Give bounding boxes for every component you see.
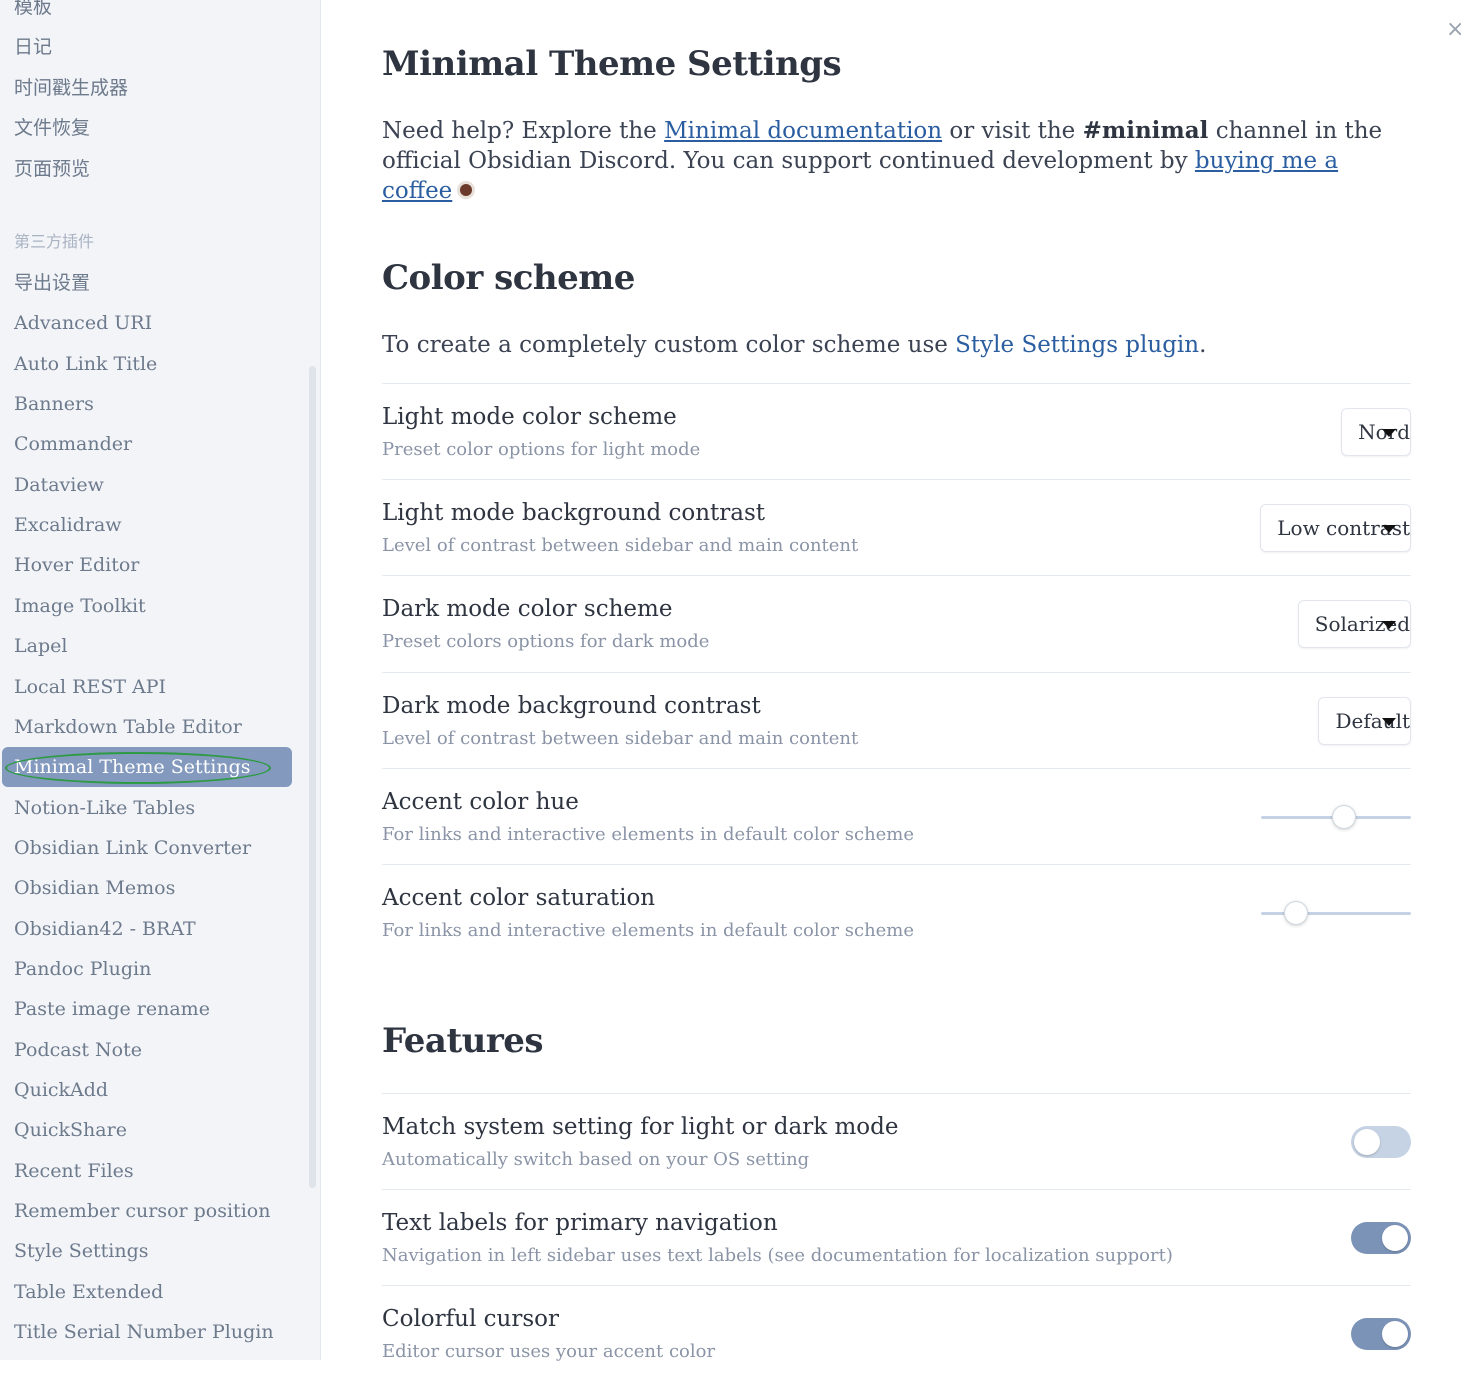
- color-scheme-heading: Color scheme: [382, 258, 635, 298]
- settings-sidebar: 模板 日记 时间戳生成器 文件恢复 页面预览 第三方插件 导出设置 Advanced UR…: [0, 0, 321, 1360]
- sidebar-item-core-1[interactable]: 日记: [2, 27, 292, 67]
- close-icon[interactable]: ×: [1446, 16, 1461, 44]
- sidebar-item-image-toolkit[interactable]: Image Toolkit: [2, 586, 292, 626]
- sidebar-item-obsidian42-brat[interactable]: Obsidian42 - BRAT: [2, 909, 292, 949]
- chevron-down-icon: [1382, 621, 1396, 630]
- sidebar-item-core-3[interactable]: 文件恢复: [2, 108, 292, 148]
- third-party-plugins-heading: 第三方插件: [14, 232, 95, 251]
- sidebar-item-pandoc-plugin[interactable]: Pandoc Plugin: [2, 949, 292, 989]
- sidebar-item-title-serial-number-plugin[interactable]: Title Serial Number Plugin: [2, 1312, 292, 1352]
- setting-name: Light mode color scheme: [382, 404, 677, 430]
- setting-accent-color-hue: Accent color hue For links and interactiv…: [382, 767, 1411, 864]
- sidebar-scrollbar[interactable]: [309, 366, 316, 1188]
- sidebar-item-local-rest-api[interactable]: Local REST API: [2, 667, 292, 707]
- slider-thumb[interactable]: [1331, 804, 1356, 829]
- page-title: Minimal Theme Settings: [382, 44, 842, 84]
- setting-description: Level of contrast between sidebar and ma…: [382, 727, 859, 749]
- sidebar-item-item[interactable]: 导出设置: [2, 263, 292, 303]
- setting-description: Level of contrast between sidebar and ma…: [382, 535, 859, 557]
- sidebar-item-notion-like-tables[interactable]: Notion-Like Tables: [2, 788, 292, 828]
- sidebar-item-recent-files[interactable]: Recent Files: [2, 1151, 292, 1191]
- setting-light-mode-background-contrast: Light mode background contrast Level of c…: [382, 479, 1411, 575]
- accent-color-hue-slider[interactable]: [1261, 804, 1411, 829]
- sidebar-item-auto-link-title[interactable]: Auto Link Title: [2, 344, 292, 384]
- sidebar-item-minimal-theme-settings[interactable]: Minimal Theme Settings: [2, 747, 292, 788]
- dropdown-selected-value: Default: [1335, 708, 1410, 733]
- sidebar-item-banners[interactable]: Banners: [2, 384, 292, 424]
- sidebar-item-table-extended[interactable]: Table Extended: [2, 1272, 292, 1312]
- sidebar-item-paste-image-rename[interactable]: Paste image rename: [2, 989, 292, 1029]
- sidebar-item-core-0[interactable]: 模板: [2, 0, 292, 27]
- settings-content: Minimal Theme Settings Need help? Explor…: [382, 0, 1411, 1362]
- setting-name: Accent color saturation: [382, 885, 656, 911]
- minimal-documentation-link[interactable]: Minimal documentation: [664, 118, 942, 144]
- sidebar-item-dataview[interactable]: Dataview: [2, 465, 292, 505]
- setting-match-system-setting-for-light-or-dark-mode: Match system setting for light or dark m…: [382, 1093, 1411, 1189]
- text-labels-for-primary-navigation-toggle[interactable]: [1351, 1222, 1411, 1255]
- sidebar-item-remember-cursor-position[interactable]: Remember cursor position: [2, 1191, 292, 1231]
- chevron-down-icon: [1382, 429, 1396, 437]
- sidebar-item-advanced-uri[interactable]: Advanced URI: [2, 303, 292, 343]
- sidebar-item-quickshare[interactable]: QuickShare: [2, 1110, 292, 1150]
- sidebar-item-style-settings[interactable]: Style Settings: [2, 1231, 292, 1271]
- style-settings-plugin-link[interactable]: Style Settings plugin: [955, 332, 1199, 358]
- match-system-setting-for-light-or-dark-mode-toggle[interactable]: [1351, 1126, 1411, 1158]
- toggle-knob: [1382, 1321, 1408, 1348]
- setting-description: Preset color options for light mode: [382, 439, 701, 460]
- sidebar-item-podcast-note[interactable]: Podcast Note: [2, 1030, 292, 1070]
- setting-description: For links and interactive elements in de…: [382, 920, 915, 941]
- intro-text: Need help? Explore the: [382, 118, 665, 144]
- setting-dark-mode-color-scheme: Dark mode color scheme Preset colors opti…: [382, 575, 1411, 671]
- features-heading: Features: [382, 1021, 544, 1061]
- setting-name: Accent color hue: [382, 788, 579, 815]
- description-period: .: [1199, 332, 1207, 358]
- setting-name: Dark mode color scheme: [382, 596, 673, 623]
- dark-mode-background-contrast-dropdown[interactable]: Default: [1318, 696, 1411, 745]
- sidebar-item-lapel[interactable]: Lapel: [2, 626, 292, 666]
- setting-description: Preset colors options for dark mode: [382, 631, 710, 653]
- setting-name: Colorful cursor: [382, 1306, 559, 1333]
- setting-colorful-cursor: Colorful cursor Editor cursor uses your a…: [382, 1285, 1411, 1381]
- light-mode-color-scheme-dropdown[interactable]: Nord: [1341, 408, 1411, 456]
- colorful-cursor-toggle[interactable]: [1351, 1318, 1411, 1351]
- setting-light-mode-color-scheme: Light mode color scheme Preset color opti…: [382, 383, 1411, 479]
- setting-name: Text labels for primary navigation: [382, 1210, 778, 1237]
- setting-accent-color-saturation: Accent color saturation For links and int…: [382, 864, 1411, 960]
- toggle-knob: [1354, 1129, 1380, 1155]
- sidebar-item-quickadd[interactable]: QuickAdd: [2, 1070, 292, 1110]
- intro-paragraph: Need help? Explore the Minimal documenta…: [382, 116, 1402, 206]
- light-mode-background-contrast-dropdown[interactable]: Low contrast: [1260, 504, 1411, 553]
- accent-color-saturation-slider[interactable]: [1261, 901, 1411, 925]
- color-scheme-description: To create a completely custom color sche…: [382, 332, 1206, 358]
- setting-name: Match system setting for light or dark m…: [382, 1114, 899, 1140]
- setting-description: Editor cursor uses your accent color: [382, 1341, 716, 1363]
- sidebar-item-obsidian-memos[interactable]: Obsidian Memos: [2, 868, 292, 908]
- toggle-knob: [1382, 1225, 1408, 1252]
- channel-name: #minimal: [1082, 117, 1209, 144]
- intro-text: or visit the: [942, 118, 1083, 144]
- sidebar-item-core-4[interactable]: 页面预览: [2, 149, 292, 189]
- setting-name: Light mode background contrast: [382, 500, 766, 527]
- dark-mode-color-scheme-dropdown[interactable]: Solarized: [1297, 600, 1411, 649]
- setting-description: Navigation in left sidebar uses text lab…: [382, 1245, 1173, 1267]
- setting-name: Dark mode background contrast: [382, 692, 761, 719]
- sidebar-item-excalidraw[interactable]: Excalidraw: [2, 505, 292, 545]
- setting-description: For links and interactive elements in de…: [382, 823, 915, 845]
- sidebar-item-core-2[interactable]: 时间戳生成器: [2, 68, 292, 108]
- sidebar-item-commander[interactable]: Commander: [2, 424, 292, 464]
- sidebar-item-obsidian-link-converter[interactable]: Obsidian Link Converter: [2, 828, 292, 868]
- description-text: To create a completely custom color sche…: [382, 332, 956, 358]
- sidebar-item-markdown-table-editor[interactable]: Markdown Table Editor: [2, 707, 292, 747]
- setting-dark-mode-background-contrast: Dark mode background contrast Level of co…: [382, 671, 1411, 768]
- chevron-down-icon: [1382, 717, 1396, 726]
- slider-thumb[interactable]: [1283, 901, 1308, 925]
- coffee-icon: [460, 184, 473, 196]
- chevron-down-icon: [1382, 525, 1396, 534]
- setting-description: Automatically switch based on your OS se…: [382, 1149, 810, 1170]
- setting-text-labels-for-primary-navigation: Text labels for primary navigation Naviga…: [382, 1189, 1411, 1285]
- sidebar-item-hover-editor[interactable]: Hover Editor: [2, 545, 292, 585]
